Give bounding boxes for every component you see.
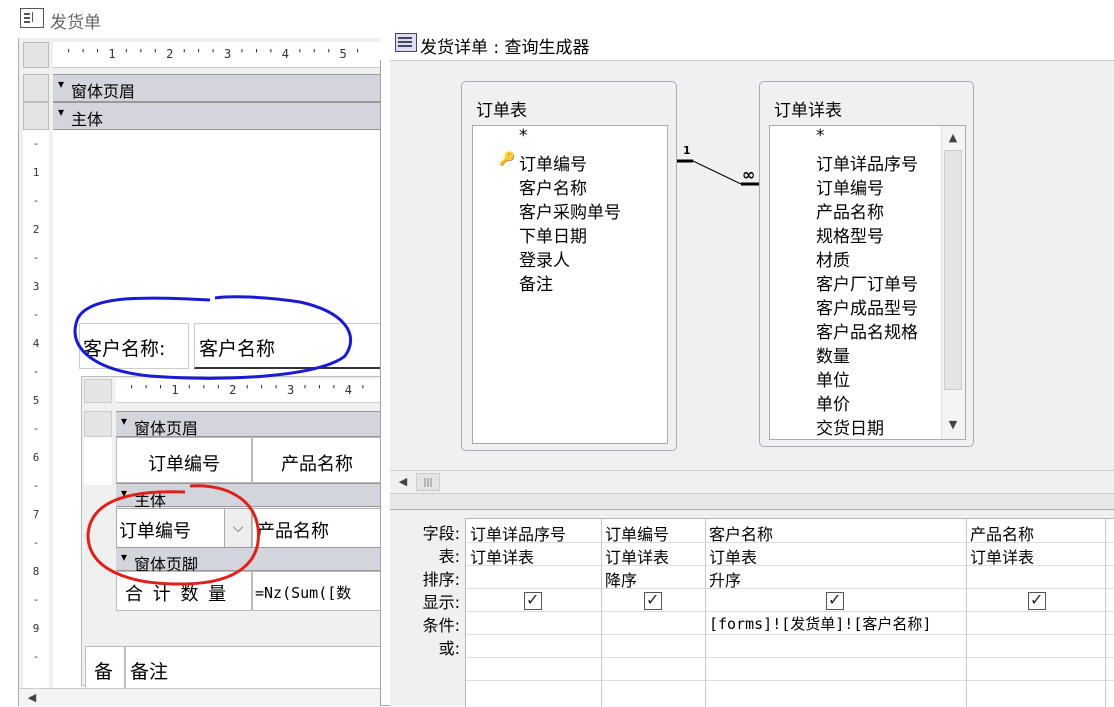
show-checkbox[interactable]	[826, 590, 844, 610]
form-scroll-left-icon[interactable]: ◀	[25, 691, 39, 705]
field-item[interactable]: 客户厂订单号	[816, 270, 918, 295]
scroll-up-icon[interactable]: ▲	[942, 127, 964, 149]
show-checkbox[interactable]	[644, 590, 662, 610]
field-item[interactable]: 客户成品型号	[816, 294, 918, 319]
diagram-scroll-thumb[interactable]: |||	[416, 473, 440, 491]
order-detail-subform[interactable]: ' ' ' 1 ' ' ' 2 ' ' ' 3 ' ' ' 4 ' 窗体页眉 订…	[81, 376, 382, 686]
field-item[interactable]: 客户名称	[519, 174, 587, 199]
subform-ruler-left-1	[84, 437, 112, 485]
grid-table[interactable]: 订单详表	[470, 544, 534, 568]
order-details-table-name: 订单详表	[774, 101, 842, 121]
product-name-field[interactable]: 产品名称	[252, 508, 382, 548]
field-item[interactable]: 订单详品序号	[816, 150, 918, 175]
subform-detail-section-bar[interactable]: 主体	[116, 483, 382, 510]
subform-header-selector[interactable]	[84, 411, 112, 437]
show-checkbox[interactable]	[1028, 590, 1046, 610]
pane-splitter[interactable]	[390, 494, 1114, 510]
field-item[interactable]: 规格型号	[816, 222, 884, 247]
field-item[interactable]: 单位	[816, 366, 850, 391]
section-selector-header[interactable]	[23, 74, 49, 102]
table-diagram-pane: 订单表 * 🔑 订单编号 客户名称 客户采购单号 下单日期 登录人 备注 1 ∞…	[390, 60, 1114, 470]
field-item[interactable]: 交货日期	[816, 414, 884, 439]
detail-section-bar[interactable]: 主体	[53, 102, 381, 130]
order-details-field-list[interactable]: * 订单详品序号 订单编号 产品名称 规格型号 材质 客户厂订单号 客户成品型号…	[769, 125, 966, 440]
key-icon: 🔑	[499, 152, 516, 167]
scroll-thumb[interactable]	[944, 150, 962, 390]
row-label-table: 表:	[438, 547, 460, 566]
field-item[interactable]: 客户品名规格	[816, 318, 918, 343]
row-label-criteria: 条件:	[422, 616, 460, 635]
remark-label[interactable]: 备	[85, 646, 125, 690]
grid-field[interactable]: 订单编号	[605, 521, 669, 545]
field-item[interactable]: 下单日期	[519, 222, 587, 247]
total-quantity-label[interactable]: 合 计 数 量	[116, 571, 252, 611]
orders-field-list[interactable]: * 🔑 订单编号 客户名称 客户采购单号 下单日期 登录人 备注	[472, 125, 668, 444]
grid-column-2[interactable]: 订单编号 订单详表 降序	[601, 519, 706, 707]
total-quantity-expression[interactable]: =Nz(Sum([数	[252, 571, 382, 611]
field-item[interactable]: *	[816, 126, 825, 146]
field-item[interactable]: 订单编号	[816, 174, 884, 199]
subform-horizontal-ruler: ' ' ' 1 ' ' ' 2 ' ' ' 3 ' ' ' 4 '	[116, 379, 382, 403]
grid-sort[interactable]: 降序	[605, 567, 637, 591]
field-item[interactable]: 产品名称	[816, 198, 884, 223]
remark-field[interactable]: 备注	[125, 646, 381, 690]
grid-criteria[interactable]: [forms]![发货单]![客户名称]	[709, 613, 931, 634]
order-details-table-box[interactable]: 订单详表 * 订单详品序号 订单编号 产品名称 规格型号 材质 客户厂订单号 客…	[759, 81, 974, 447]
form-icon	[20, 8, 44, 28]
customer-name-textbox[interactable]: 客户名称	[194, 323, 381, 369]
subform-header-section-bar[interactable]: 窗体页眉	[116, 411, 382, 438]
subform-col-header-product[interactable]: 产品名称	[252, 437, 382, 483]
chevron-down-icon[interactable]: ⌵	[224, 508, 252, 548]
diagram-scroll-left-icon[interactable]: ◀	[396, 475, 410, 489]
field-item[interactable]: 备注	[519, 270, 553, 295]
scroll-down-icon[interactable]: ▼	[942, 414, 964, 436]
subform-footer-section-bar[interactable]: 窗体页脚	[116, 547, 382, 574]
row-label-field: 字段:	[422, 524, 460, 543]
grid-field[interactable]: 客户名称	[709, 521, 773, 545]
form-horizontal-scrollbar[interactable]: ◀	[19, 688, 381, 706]
row-label-show: 显示:	[422, 593, 460, 612]
grid-table[interactable]: 订单详表	[605, 544, 669, 568]
orders-table-box[interactable]: 订单表 * 🔑 订单编号 客户名称 客户采购单号 下单日期 登录人 备注	[461, 81, 677, 451]
field-item[interactable]: 数量	[816, 342, 850, 367]
query-icon	[395, 33, 417, 52]
ruler-corner[interactable]	[23, 42, 49, 68]
grid-table[interactable]: 订单表	[709, 544, 757, 568]
field-item[interactable]: 材质	[816, 246, 850, 271]
section-selector-detail[interactable]	[23, 102, 49, 130]
form-window-titlebar: 发货单	[0, 0, 380, 38]
grid-field[interactable]: 产品名称	[970, 521, 1034, 545]
grid-table[interactable]: 订单详表	[970, 544, 1034, 568]
form-window-title: 发货单	[50, 13, 101, 33]
grid-column-3[interactable]: 客户名称 订单表 升序 [forms]![发货单]![客户名称]	[705, 519, 967, 707]
grid-field[interactable]: 订单详品序号	[470, 521, 566, 545]
subform-ruler-corner[interactable]	[84, 379, 112, 403]
row-label-sort: 排序:	[422, 570, 460, 589]
form-header-section-bar[interactable]: 窗体页眉	[53, 74, 381, 102]
field-item[interactable]: 登录人	[519, 246, 570, 271]
show-checkbox[interactable]	[524, 590, 542, 610]
query-builder-title: 发货详单 : 查询生成器	[420, 38, 590, 58]
grid-sort[interactable]: 升序	[709, 567, 741, 591]
field-item[interactable]: 单价	[816, 390, 850, 415]
relation-many-label: ∞	[742, 165, 756, 184]
field-item[interactable]: *	[519, 126, 528, 146]
query-builder-titlebar[interactable]: 发货详单 : 查询生成器	[380, 16, 1114, 60]
row-label-or: 或:	[438, 639, 460, 658]
query-design-grid[interactable]: 订单详品序号 订单详表 订单编号 订单详表 降序 客户名称 订单表 升序 [fo…	[465, 518, 1114, 707]
form-design-canvas: ' ' ' 1 ' ' ' 2 ' ' ' 3 ' ' ' 4 ' ' ' 5 …	[18, 38, 382, 706]
field-list-scrollbar[interactable]: ▲ ▼	[941, 126, 965, 439]
field-item[interactable]: 客户采购单号	[519, 198, 621, 223]
subform-col-header-order-no[interactable]: 订单编号	[116, 437, 252, 483]
vertical-ruler: -1-2-3-4-5-6-7-8-9-	[23, 130, 49, 706]
field-item[interactable]: 订单编号	[519, 150, 587, 175]
grid-column-4[interactable]: 产品名称 订单详表	[966, 519, 1106, 707]
orders-table-name: 订单表	[476, 101, 527, 121]
grid-column-1[interactable]: 订单详品序号 订单详表	[466, 519, 602, 707]
relation-one-label: 1	[683, 144, 691, 157]
diagram-horizontal-scrollbar[interactable]: ◀ |||	[390, 470, 1114, 494]
horizontal-ruler: ' ' ' 1 ' ' ' 2 ' ' ' 3 ' ' ' 4 ' ' ' 5 …	[53, 42, 381, 68]
customer-name-label[interactable]: 客户名称:	[79, 323, 189, 369]
